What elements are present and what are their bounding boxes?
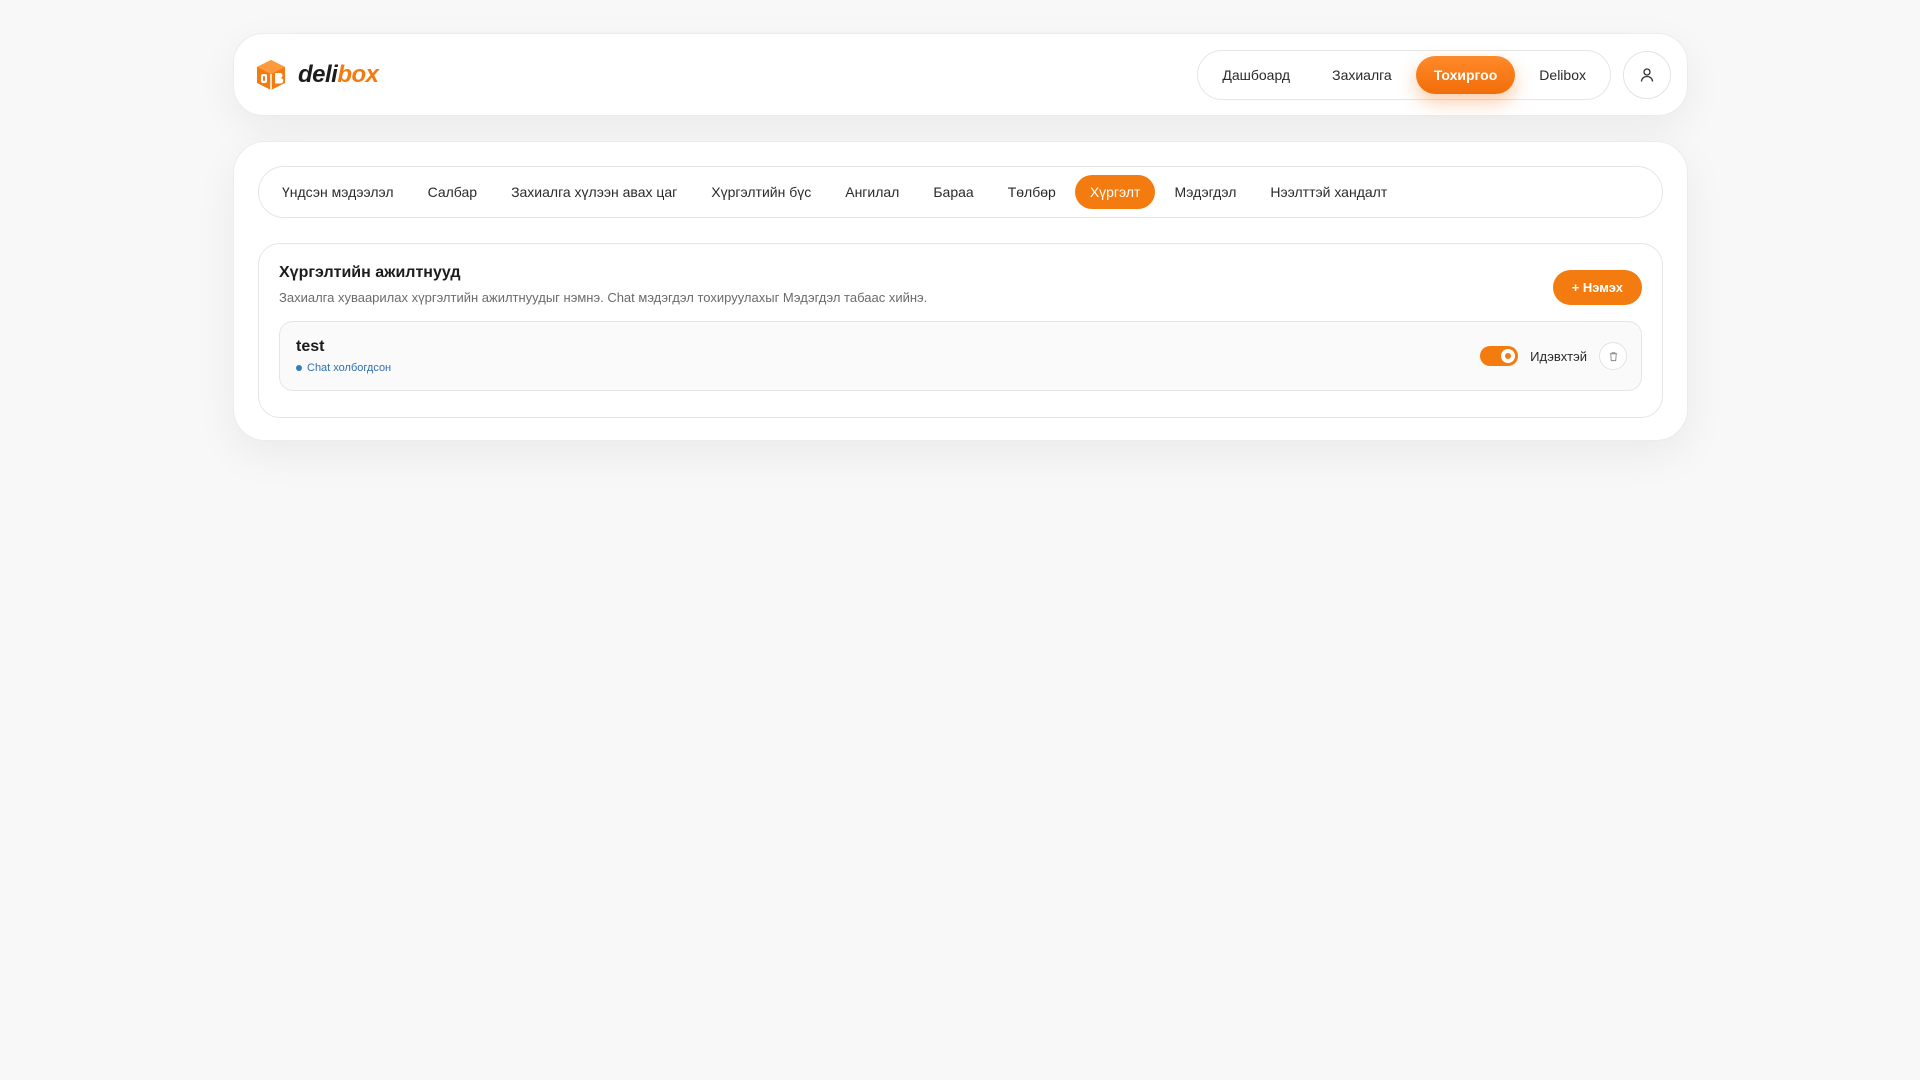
employee-actions: Идэвхтэй: [1480, 342, 1627, 370]
employee-status-label: Chat холбогдсон: [307, 362, 392, 374]
delete-employee-button[interactable]: [1599, 342, 1627, 370]
active-toggle[interactable]: [1480, 346, 1519, 366]
employee-row: test Chat холбогдсон Идэвхтэй: [279, 321, 1642, 391]
tab-order-hours[interactable]: Захиалга хүлээн авах цаг: [496, 175, 692, 209]
delibox-logo-icon: [257, 59, 285, 90]
delivery-staff-section: Хүргэлтийн ажилтнууд Захиалга хуваарилах…: [258, 243, 1663, 418]
brand-name: delibox: [298, 60, 379, 88]
brand[interactable]: delibox: [254, 58, 379, 92]
tab-branch[interactable]: Салбар: [413, 175, 493, 209]
tab-notifications[interactable]: Мэдэгдэл: [1159, 175, 1251, 209]
trash-icon: [1609, 351, 1617, 361]
employee-info: test Chat холбогдсон: [296, 338, 391, 374]
tab-delivery[interactable]: Хүргэлт: [1074, 175, 1156, 209]
status-dot-icon: [296, 365, 302, 371]
settings-panel: Үндсэн мэдээлэл Салбар Захиалга хүлээн а…: [233, 141, 1688, 441]
nav-item-settings[interactable]: Тохиргоо: [1415, 55, 1516, 94]
tab-payment[interactable]: Төлбөр: [993, 175, 1071, 209]
nav-item-dashboard[interactable]: Дашбоард: [1204, 56, 1308, 94]
tab-products[interactable]: Бараа: [918, 175, 988, 209]
employee-name: test: [296, 338, 325, 355]
add-employee-button[interactable]: + Нэмэх: [1552, 270, 1642, 305]
tab-open-access[interactable]: Нээлттэй хандалт: [1255, 175, 1402, 209]
section-title: Хүргэлтийн ажилтнууд: [279, 264, 461, 281]
tab-basic-info[interactable]: Үндсэн мэдээлэл: [267, 175, 409, 209]
settings-tabs: Үндсэн мэдээлэл Салбар Захиалга хүлээн а…: [258, 166, 1663, 218]
header-right: Дашбоард Захиалга Тохиргоо Delibox: [1197, 49, 1671, 100]
toggle-knob: [1501, 349, 1516, 363]
user-menu-button[interactable]: [1623, 50, 1671, 99]
user-icon: [1640, 67, 1654, 82]
tab-category[interactable]: Ангилал: [830, 175, 914, 209]
employee-status: Chat холбогдсон: [296, 362, 391, 374]
main-nav: Дашбоард Захиалга Тохиргоо Delibox: [1197, 49, 1611, 100]
nav-item-orders[interactable]: Захиалга: [1314, 56, 1410, 94]
tab-delivery-zone[interactable]: Хүргэлтийн бүс: [696, 175, 826, 209]
section-description: Захиалга хуваарилах хүргэлтийн ажилтнууд…: [279, 290, 928, 305]
active-label: Идэвхтэй: [1530, 348, 1587, 364]
top-header: delibox Дашбоард Захиалга Тохиргоо Delib…: [233, 33, 1688, 116]
nav-item-delibox[interactable]: Delibox: [1521, 56, 1604, 94]
